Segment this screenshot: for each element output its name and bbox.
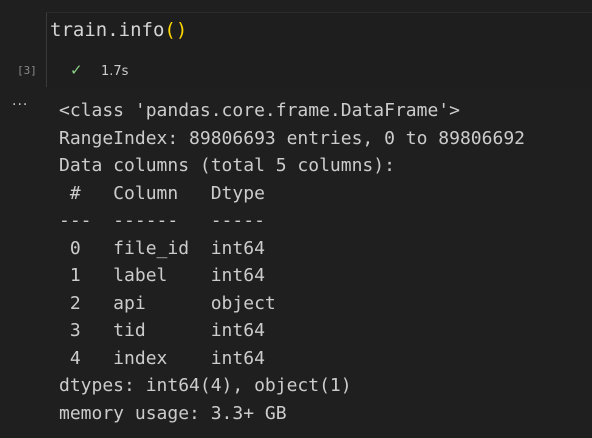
execution-count: [3]: [17, 64, 37, 77]
output-line: 1 label int64: [59, 265, 265, 286]
output-line: 4 index int64: [59, 347, 265, 369]
output-line: # Column Dtype: [59, 182, 265, 204]
output-line: memory usage: 3.3+ GB: [59, 402, 287, 424]
output-menu-button[interactable]: ...: [12, 93, 28, 109]
code-parens: (): [164, 19, 188, 41]
cell-output: <class 'pandas.core.frame.DataFrame'> Ran…: [59, 97, 525, 427]
output-line: 3 tid int64: [59, 320, 265, 341]
check-icon: ✓: [70, 61, 83, 79]
output-line: dtypes: int64(4), object(1): [59, 375, 352, 396]
output-line: <class 'pandas.core.frame.DataFrame'>: [59, 100, 460, 121]
code-text: train.info: [50, 19, 165, 41]
output-line: --- ------ -----: [59, 210, 265, 231]
notebook-cell: train.info() [3] ✓ 1.7s ... <class 'pand…: [0, 0, 592, 438]
output-line: RangeIndex: 89806693 entries, 0 to 89806…: [59, 127, 525, 149]
output-line: 2 api object: [59, 292, 276, 314]
output-line: Data columns (total 5 columns):: [59, 155, 395, 176]
execution-duration: 1.7s: [101, 64, 129, 79]
code-line[interactable]: train.info(): [50, 19, 187, 41]
output-line: 0 file_id int64: [59, 237, 265, 259]
